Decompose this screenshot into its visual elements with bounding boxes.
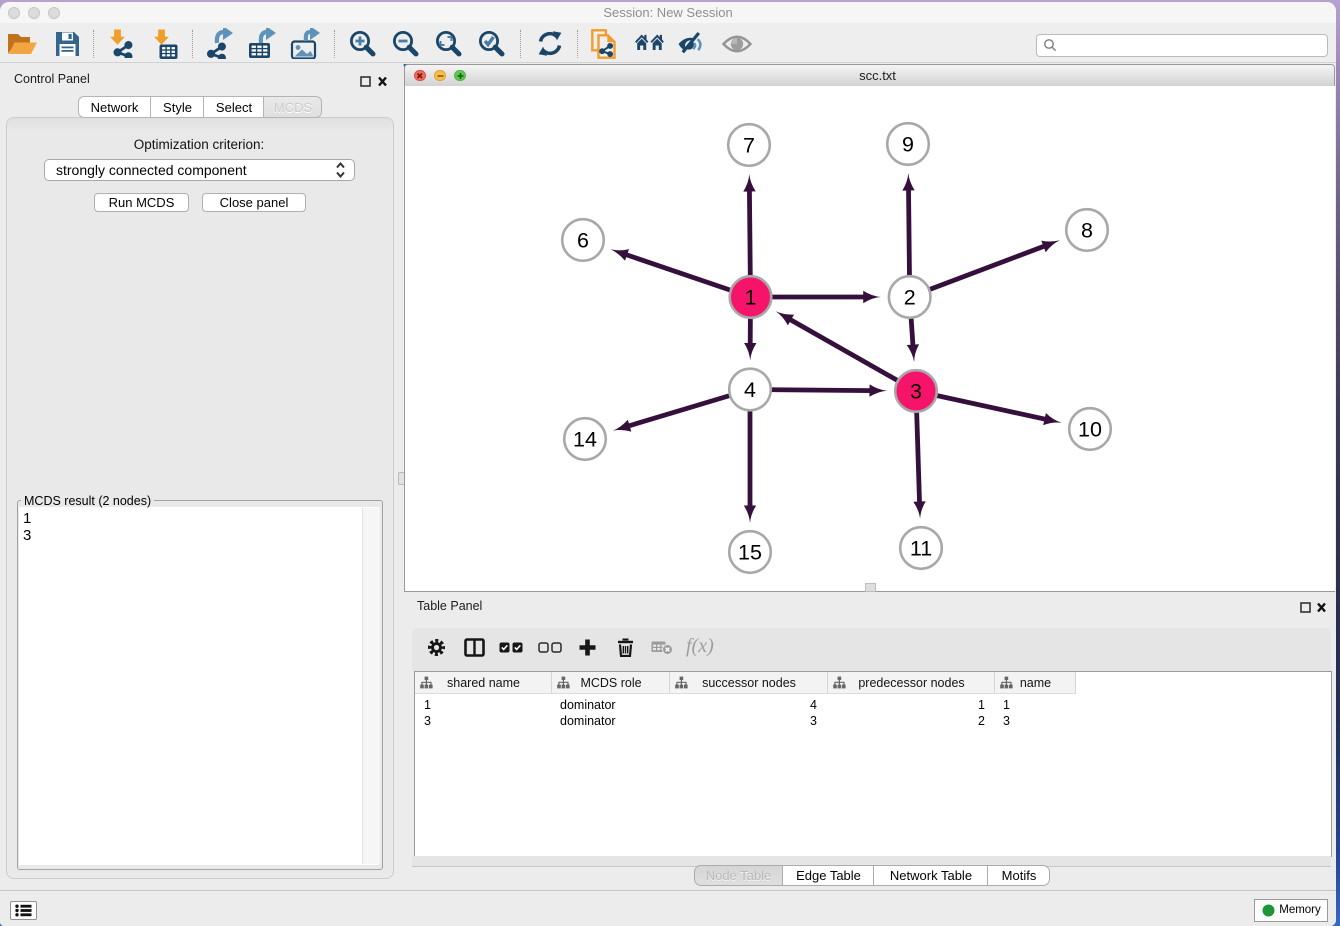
svg-text:4: 4 bbox=[744, 378, 756, 402]
svg-text:14: 14 bbox=[573, 428, 597, 452]
svg-text:6: 6 bbox=[577, 229, 589, 253]
svg-text:9: 9 bbox=[902, 133, 914, 157]
svg-text:1: 1 bbox=[745, 286, 757, 310]
svg-text:3: 3 bbox=[910, 380, 922, 404]
svg-text:2: 2 bbox=[904, 286, 916, 310]
svg-text:10: 10 bbox=[1078, 418, 1102, 442]
svg-text:15: 15 bbox=[738, 541, 762, 565]
svg-text:11: 11 bbox=[910, 537, 932, 561]
svg-text:8: 8 bbox=[1081, 219, 1093, 243]
svg-text:7: 7 bbox=[743, 134, 755, 158]
